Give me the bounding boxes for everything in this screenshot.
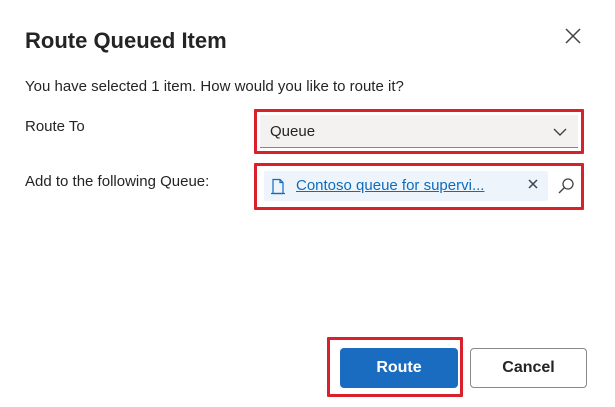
close-button[interactable] [561,24,585,48]
selected-queue-link[interactable]: Contoso queue for supervi... [296,176,514,196]
remove-icon[interactable] [526,177,540,191]
queue-lookup-field[interactable]: Contoso queue for supervi... [260,169,578,204]
chevron-down-icon [553,128,567,136]
document-icon [271,178,285,195]
route-queued-item-dialog: Route Queued Item You have selected 1 it… [0,0,615,407]
route-button[interactable]: Route [340,348,458,388]
queue-label: Add to the following Queue: [25,173,210,190]
selected-queue-chip: Contoso queue for supervi... [264,171,548,201]
search-icon[interactable] [557,177,575,195]
cancel-button[interactable]: Cancel [470,348,587,388]
dialog-title: Route Queued Item [25,28,227,53]
close-icon [565,28,581,44]
intro-text: You have selected 1 item. How would you … [25,78,404,95]
route-to-select[interactable]: Queue [260,115,578,148]
route-to-label: Route To [25,118,85,135]
route-to-value: Queue [270,122,316,140]
